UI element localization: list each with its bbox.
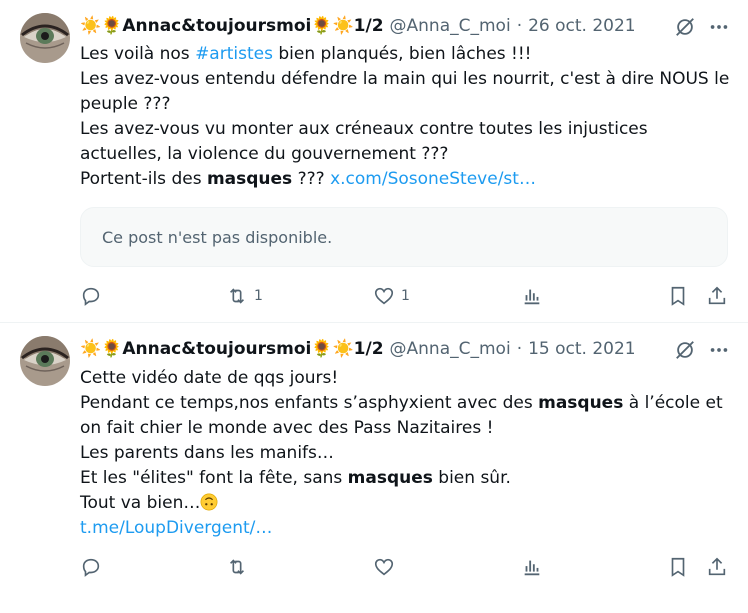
upside-down-face-emoji — [200, 493, 218, 511]
text-line: Et les "élites" font la fête, sans masqu… — [80, 466, 730, 491]
like-icon — [374, 287, 394, 305]
text-line: Les voilà nos #artistes bien planqués, b… — [80, 42, 730, 67]
text-segment: Et les "élites" font la fête, sans — [80, 468, 348, 488]
tweet[interactable]: ☀️🌻Annac&toujoursmoi🌻☀️1/2 @Anna_C_moi ·… — [0, 0, 748, 323]
display-name[interactable]: ☀️🌻Annac&toujoursmoi🌻☀️1/2 — [80, 339, 384, 359]
views-button[interactable] — [521, 284, 543, 308]
quote-unavailable-card: Ce post n'est pas disponible. — [80, 207, 728, 267]
text-line: t.me/LoupDivergent/… — [80, 516, 730, 541]
more-icon[interactable] — [708, 16, 730, 38]
reply-button[interactable] — [80, 555, 108, 579]
text-segment: bien sûr. — [432, 468, 511, 488]
like-button[interactable] — [373, 555, 401, 579]
timestamp[interactable]: 26 oct. 2021 — [528, 16, 636, 36]
tweet-text: Les voilà nos #artistes bien planqués, b… — [80, 42, 730, 192]
repost-button[interactable]: 1 — [226, 284, 263, 308]
bookmark-button[interactable] — [667, 284, 689, 308]
text-line: Cette vidéo date de qqs jours! — [80, 368, 339, 388]
like-button[interactable]: 1 — [373, 284, 410, 308]
name-prefix-emoji: ☀️🌻 — [80, 16, 123, 36]
timestamp[interactable]: 15 oct. 2021 — [528, 339, 636, 359]
bold-keyword: masques — [206, 169, 293, 189]
avatar[interactable] — [20, 336, 70, 386]
hashtag-link[interactable]: #artistes — [195, 44, 273, 64]
tweet-header: ☀️🌻Annac&toujoursmoi🌻☀️1/2 @Anna_C_moi ·… — [80, 14, 636, 38]
views-button[interactable] — [521, 555, 543, 579]
text-line: Portent-ils des masques ??? x.com/Sosone… — [80, 167, 730, 192]
text-line: Les parents dans les manifs… — [80, 443, 334, 463]
views-icon — [524, 560, 540, 576]
share-icon — [708, 286, 726, 305]
tweet-header: ☀️🌻Annac&toujoursmoi🌻☀️1/2 @Anna_C_moi ·… — [80, 337, 636, 361]
bookmark-button[interactable] — [667, 555, 689, 579]
separator-dot: · — [516, 16, 523, 36]
text-segment: bien planqués, bien lâches !!! — [272, 44, 532, 64]
share-icon — [708, 557, 726, 576]
share-button[interactable] — [706, 555, 728, 579]
grok-icon[interactable] — [674, 16, 696, 38]
repost-icon — [229, 559, 245, 575]
text-segment: Pendant ce temps,nos enfants s’asphyxien… — [80, 393, 539, 413]
tweet-text: Cette vidéo date de qqs jours! Pendant c… — [80, 366, 730, 541]
reply-button[interactable] — [80, 284, 108, 308]
tweet[interactable]: ☀️🌻Annac&toujoursmoi🌻☀️1/2 @Anna_C_moi ·… — [0, 323, 748, 613]
reply-icon — [82, 287, 100, 306]
display-name[interactable]: ☀️🌻Annac&toujoursmoi🌻☀️1/2 — [80, 16, 384, 36]
bold-keyword: masques — [347, 468, 433, 488]
text-segment: ??? — [292, 169, 331, 189]
text-line: actuelles, la violence du gouvernement ?… — [80, 144, 449, 164]
name-suffix: 🌻☀️1/2 — [311, 16, 384, 36]
text-line: on fait chier le monde avec des Pass Naz… — [80, 418, 494, 438]
share-button[interactable] — [706, 284, 728, 308]
url-link[interactable]: x.com/SosoneSteve/st… — [330, 169, 536, 189]
text-segment: à l’école et — [623, 393, 723, 413]
bookmark-icon — [671, 557, 685, 577]
name-prefix-emoji: ☀️🌻 — [80, 339, 123, 359]
name-text: Annac&toujoursmoi — [122, 16, 312, 36]
grok-icon[interactable] — [674, 339, 696, 361]
handle[interactable]: @Anna_C_moi — [390, 339, 511, 359]
more-icon[interactable] — [708, 339, 730, 361]
repost-icon — [229, 288, 245, 304]
repost-button[interactable] — [226, 555, 254, 579]
text-segment: Portent-ils des — [80, 169, 207, 189]
bold-keyword: masques — [538, 393, 624, 413]
text-line: Tout va bien… — [80, 491, 730, 516]
name-text: Annac&toujoursmoi — [122, 339, 312, 359]
repost-count: 1 — [254, 288, 263, 304]
text-line: Les avez-vous vu monter aux créneaux con… — [80, 119, 648, 139]
handle[interactable]: @Anna_C_moi — [390, 16, 511, 36]
like-count: 1 — [401, 288, 410, 304]
reply-icon — [82, 558, 100, 577]
text-line: Les avez-vous entendu défendre la main q… — [80, 69, 730, 89]
text-segment: Les voilà nos — [80, 44, 196, 64]
avatar[interactable] — [20, 13, 70, 63]
name-suffix: 🌻☀️1/2 — [311, 339, 384, 359]
action-bar — [80, 555, 730, 579]
views-icon — [524, 289, 540, 305]
separator-dot: · — [516, 339, 523, 359]
bookmark-icon — [671, 286, 685, 306]
action-bar: 1 1 — [80, 284, 730, 308]
text-line: Pendant ce temps,nos enfants s’asphyxien… — [80, 391, 730, 416]
text-segment: Tout va bien… — [80, 493, 201, 513]
url-link[interactable]: t.me/LoupDivergent/… — [80, 518, 272, 538]
unavailable-text: Ce post n'est pas disponible. — [102, 227, 333, 247]
like-icon — [374, 558, 394, 576]
text-line: peuple ??? — [80, 94, 171, 114]
